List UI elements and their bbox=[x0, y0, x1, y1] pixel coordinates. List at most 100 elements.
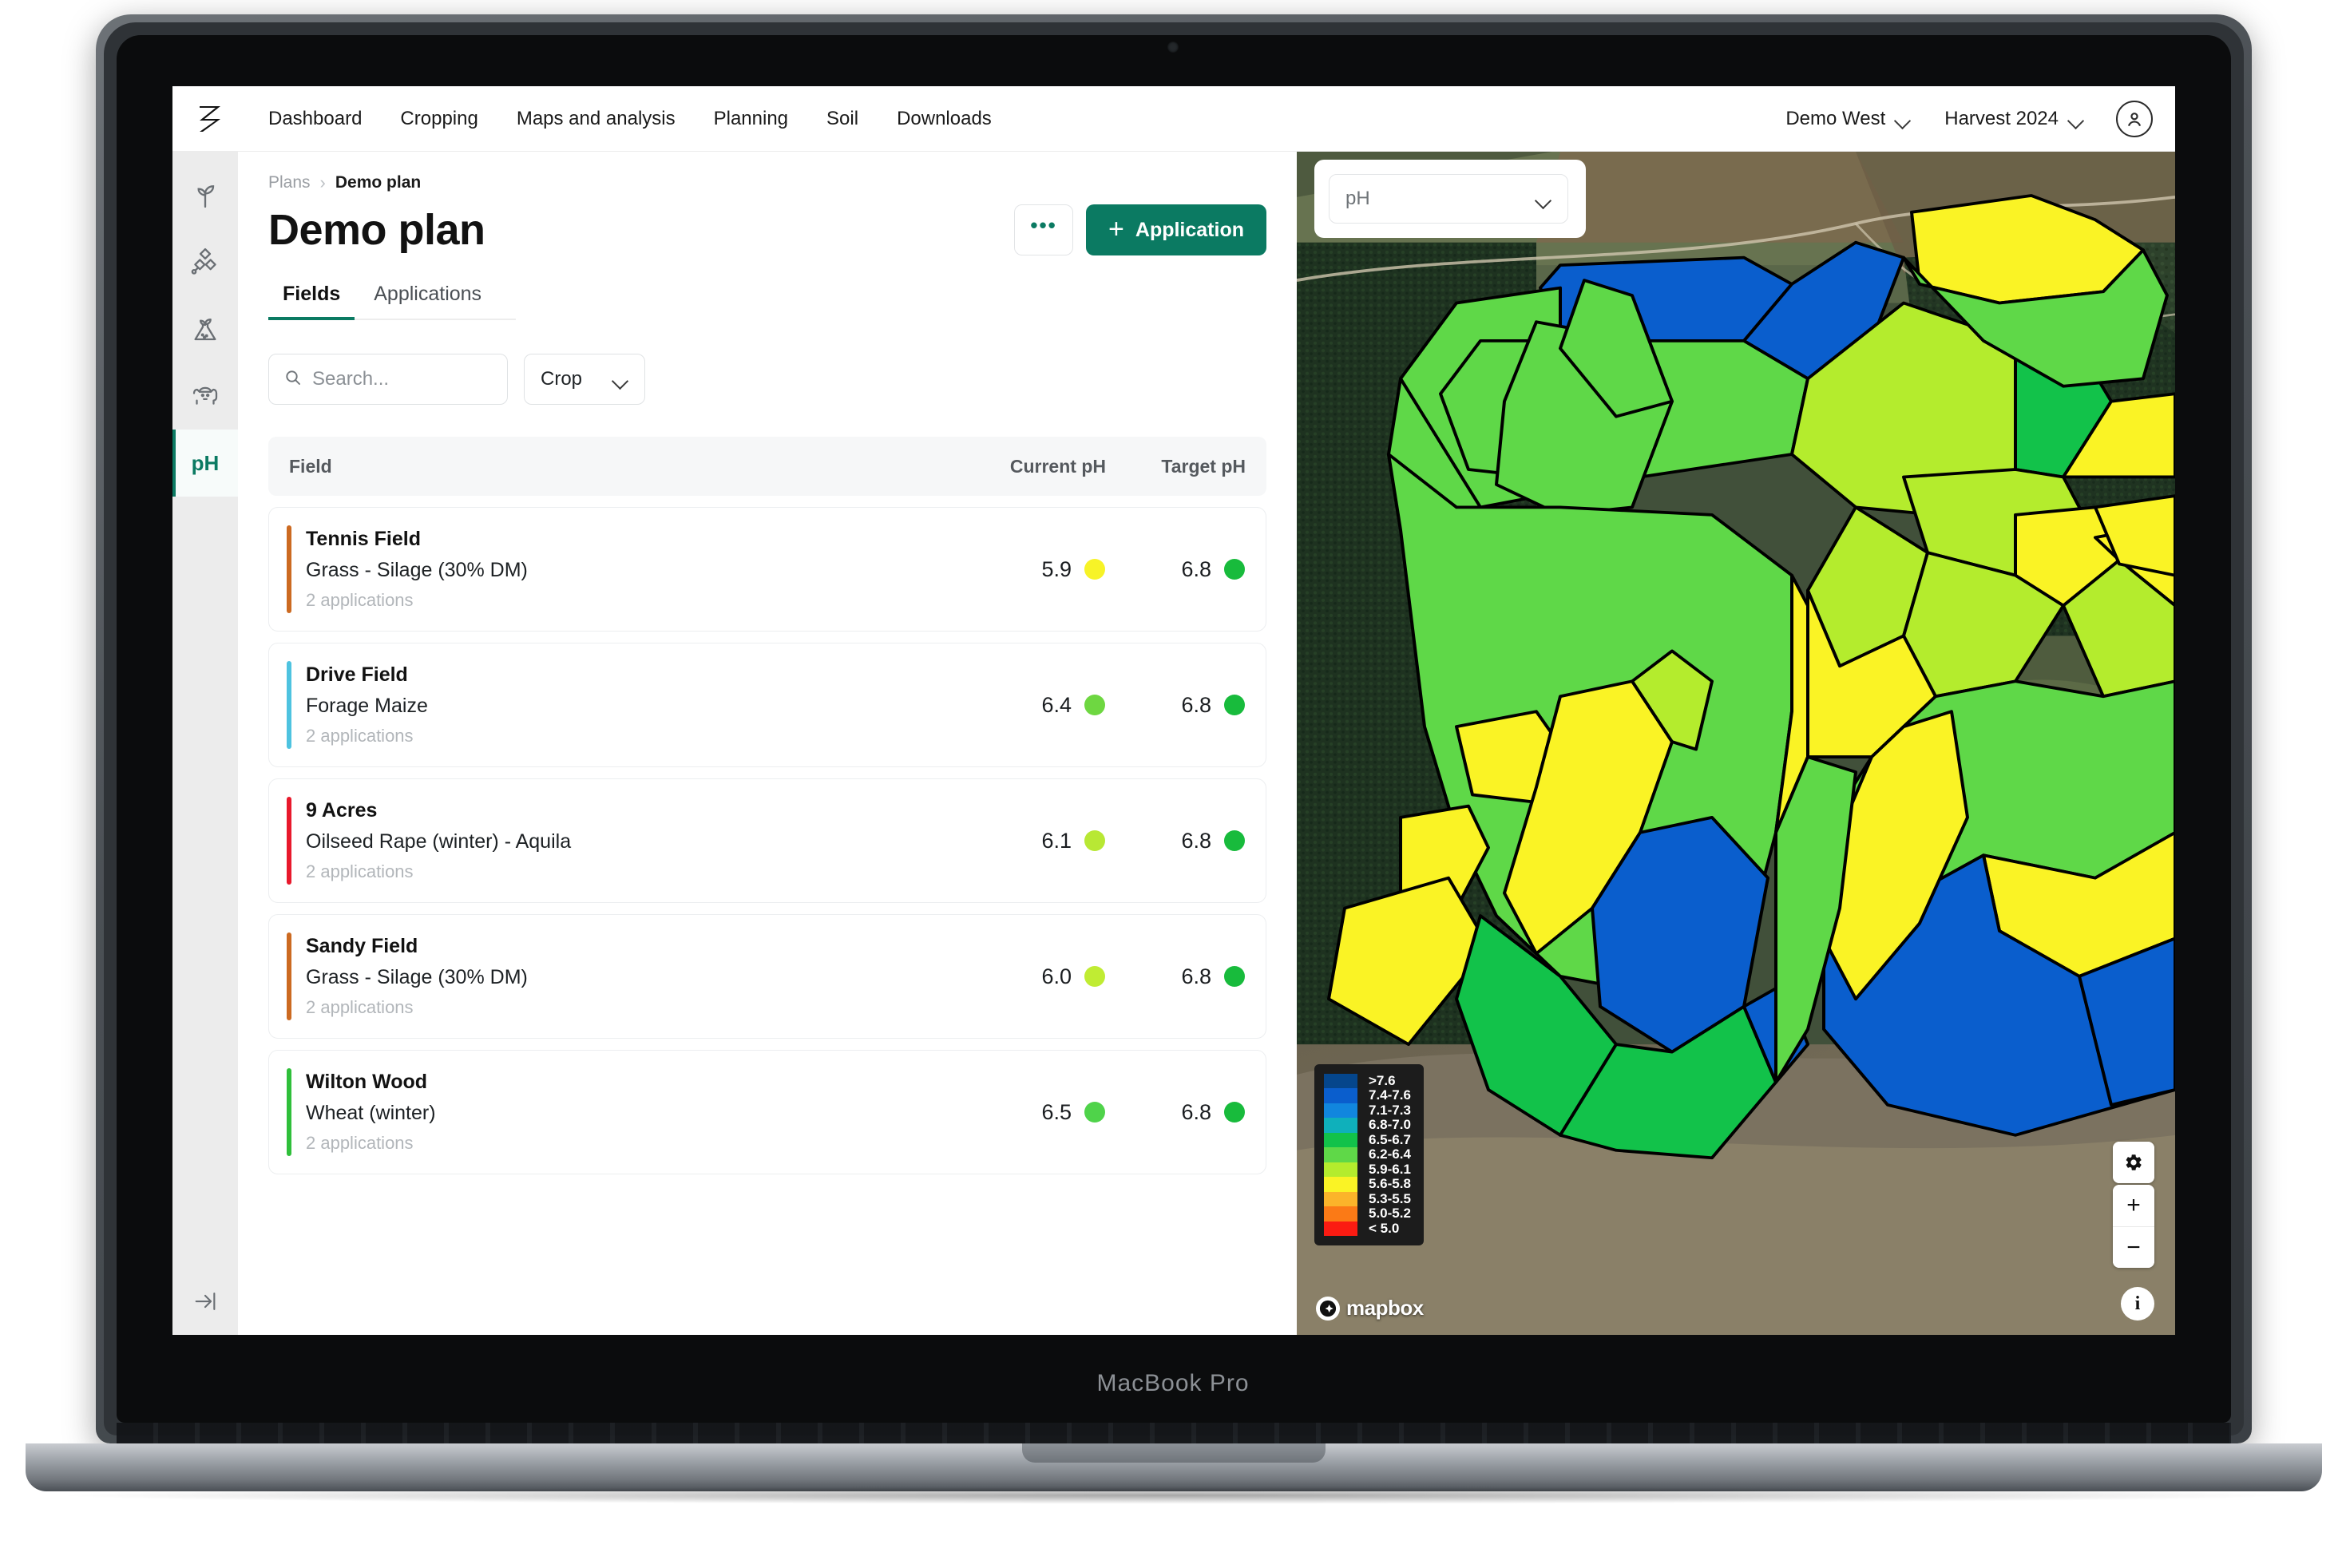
legend-label: >7.6 bbox=[1369, 1072, 1396, 1088]
plan-detail-panel: Plans › Demo plan Demo plan ••• + Applic… bbox=[238, 152, 1297, 1335]
icon-sidebar: pH bbox=[172, 152, 238, 1335]
tab-fields[interactable]: Fields bbox=[268, 276, 355, 320]
farm-selector[interactable]: Demo West bbox=[1773, 101, 1924, 137]
search-icon bbox=[283, 368, 303, 391]
row-main: 9 Acres Oilseed Rape (winter) - Aquila 2 a… bbox=[269, 799, 921, 882]
legend-swatch bbox=[1324, 1118, 1357, 1133]
top-navigation-bar: Dashboard Cropping Maps and analysis Pla… bbox=[172, 86, 2175, 152]
current-ph-cell: 6.5 bbox=[921, 1100, 1105, 1125]
crop-filter-select[interactable]: Crop bbox=[524, 354, 646, 405]
table-row[interactable]: Drive Field Forage Maize 2 applications 6.4… bbox=[268, 643, 1266, 767]
breadcrumb-plans-link[interactable]: Plans bbox=[268, 173, 311, 192]
row-main: Wilton Wood Wheat (winter) 2 applications bbox=[269, 1071, 921, 1154]
harvest-year-selector[interactable]: Harvest 2024 bbox=[1932, 101, 2097, 137]
nav-item-dashboard[interactable]: Dashboard bbox=[249, 100, 381, 138]
sidebar-item-cropping[interactable] bbox=[172, 161, 238, 228]
applications-count: 2 applications bbox=[306, 726, 414, 746]
satellite-map-canvas bbox=[1297, 152, 2175, 1335]
device-label: MacBook Pro bbox=[1096, 1370, 1250, 1396]
map-layer-select[interactable]: pH bbox=[1329, 174, 1568, 224]
row-main: Drive Field Forage Maize 2 applications bbox=[269, 663, 921, 746]
sidebar-item-soil-analysis[interactable] bbox=[172, 295, 238, 362]
mapbox-attribution[interactable]: mapbox bbox=[1316, 1296, 1424, 1321]
legend-label: 5.3-5.5 bbox=[1369, 1190, 1411, 1206]
breadcrumb-current: Demo plan bbox=[335, 173, 422, 192]
more-options-button[interactable]: ••• bbox=[1014, 204, 1074, 255]
laptop-frame: Dashboard Cropping Maps and analysis Pla… bbox=[0, 0, 2346, 1568]
nav-item-downloads[interactable]: Downloads bbox=[878, 100, 1011, 138]
breadcrumb: Plans › Demo plan bbox=[268, 172, 1297, 193]
sidebar-item-label: pH bbox=[191, 450, 220, 475]
crop-color-stripe bbox=[287, 797, 291, 885]
target-ph-cell: 6.8 bbox=[1105, 557, 1245, 582]
table-row[interactable]: Wilton Wood Wheat (winter) 2 applications 6… bbox=[268, 1050, 1266, 1174]
nav-item-maps-and-analysis[interactable]: Maps and analysis bbox=[497, 100, 695, 138]
chevron-down-icon bbox=[1537, 195, 1551, 203]
chevron-down-icon bbox=[2070, 115, 2084, 123]
keyboard-strip bbox=[117, 1423, 2231, 1445]
column-header-current-ph: Current pH bbox=[1009, 455, 1106, 477]
target-ph-cell: 6.8 bbox=[1105, 964, 1245, 989]
current-ph-value: 6.1 bbox=[1041, 828, 1072, 853]
table-row[interactable]: Sandy Field Grass - Silage (30% DM) 2 appl… bbox=[268, 914, 1266, 1039]
gear-icon[interactable] bbox=[2113, 1142, 2154, 1183]
panel-tabs: Fields Applications bbox=[268, 276, 516, 320]
account-avatar-button[interactable] bbox=[2116, 100, 2153, 137]
target-ph-status-dot bbox=[1224, 559, 1245, 580]
crop-color-stripe bbox=[287, 525, 291, 613]
fields-table-header: Field Current pH Target pH bbox=[268, 437, 1266, 496]
target-ph-status-dot bbox=[1224, 830, 1245, 851]
table-row[interactable]: 9 Acres Oilseed Rape (winter) - Aquila 2 a… bbox=[268, 778, 1266, 903]
map-zoom-controls[interactable]: + − bbox=[2113, 1185, 2154, 1268]
target-ph-status-dot bbox=[1224, 695, 1245, 715]
sidebar-collapse-button[interactable] bbox=[172, 1268, 238, 1335]
crop-filter-label: Crop bbox=[541, 368, 583, 390]
row-main: Tennis Field Grass - Silage (30% DM) 2 app… bbox=[269, 528, 921, 611]
crop-color-stripe bbox=[287, 661, 291, 749]
field-name: Sandy Field bbox=[306, 935, 418, 957]
current-ph-status-dot bbox=[1084, 1102, 1105, 1123]
fields-list: Tennis Field Grass - Silage (30% DM) 2 app… bbox=[268, 507, 1266, 1174]
applications-count: 2 applications bbox=[306, 590, 414, 610]
nav-item-soil[interactable]: Soil bbox=[807, 100, 878, 138]
applications-count: 2 applications bbox=[306, 997, 414, 1017]
nav-item-planning[interactable]: Planning bbox=[695, 100, 807, 138]
zoom-in-button[interactable]: + bbox=[2113, 1185, 2154, 1226]
legend-swatch bbox=[1324, 1162, 1357, 1177]
field-name: Tennis Field bbox=[306, 528, 421, 550]
table-row[interactable]: Tennis Field Grass - Silage (30% DM) 2 app… bbox=[268, 507, 1266, 632]
livestock-icon bbox=[188, 379, 222, 413]
legend-label: 6.8-7.0 bbox=[1369, 1117, 1411, 1132]
nav-item-cropping[interactable]: Cropping bbox=[381, 100, 497, 138]
chevron-down-icon bbox=[614, 375, 628, 383]
map-settings-button[interactable] bbox=[2113, 1142, 2154, 1183]
map-panel[interactable]: pH Tennis Field3.77 haSandy Field14.42 h… bbox=[1297, 152, 2175, 1335]
sidebar-item-ph[interactable]: pH bbox=[172, 430, 238, 497]
target-ph-cell: 6.8 bbox=[1105, 693, 1245, 718]
seedling-icon bbox=[189, 179, 221, 211]
search-input[interactable] bbox=[312, 368, 493, 390]
sidebar-item-livestock[interactable] bbox=[172, 362, 238, 430]
map-info-button[interactable]: i bbox=[2121, 1287, 2154, 1321]
webcam-icon bbox=[1167, 42, 1179, 53]
add-application-button[interactable]: + Application bbox=[1086, 204, 1266, 255]
zoom-out-button[interactable]: − bbox=[2113, 1226, 2154, 1268]
satellite-icon bbox=[189, 246, 221, 278]
crop-name: Grass - Silage (30% DM) bbox=[306, 966, 528, 988]
target-ph-value: 6.8 bbox=[1181, 556, 1211, 581]
crop-name: Grass - Silage (30% DM) bbox=[306, 559, 528, 581]
legend-label: 6.2-6.4 bbox=[1369, 1146, 1411, 1162]
search-box[interactable] bbox=[268, 354, 508, 405]
applications-count: 2 applications bbox=[306, 1133, 414, 1153]
legend-swatch bbox=[1324, 1088, 1357, 1103]
current-ph-cell: 6.4 bbox=[921, 693, 1105, 718]
target-ph-status-dot bbox=[1224, 966, 1245, 987]
current-ph-status-dot bbox=[1084, 559, 1105, 580]
soil-flask-icon bbox=[189, 313, 221, 345]
tab-applications[interactable]: Applications bbox=[359, 276, 496, 319]
column-header-field: Field bbox=[289, 455, 332, 477]
sidebar-item-satellite[interactable] bbox=[172, 228, 238, 295]
legend-swatch bbox=[1324, 1132, 1357, 1147]
brand-logo-icon[interactable] bbox=[192, 101, 228, 137]
applications-count: 2 applications bbox=[306, 861, 414, 881]
